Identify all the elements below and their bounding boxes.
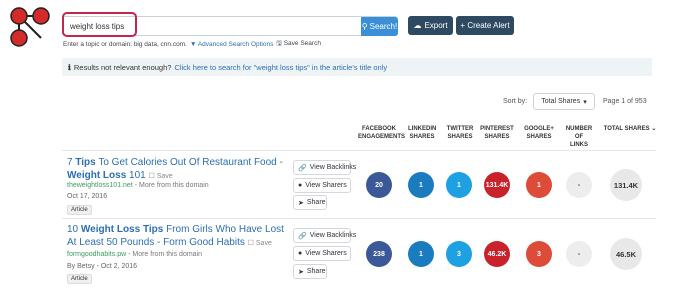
users-icon: ● xyxy=(298,182,303,189)
search-button[interactable]: ⚲ Search! xyxy=(361,17,398,36)
result-type-tag: Article xyxy=(67,205,92,215)
total-shares: 131.4K xyxy=(610,169,642,201)
view-sharers-button[interactable]: ● View Sharers xyxy=(293,178,351,193)
col-googleplus[interactable]: GOOGLE+ SHARES xyxy=(524,125,554,141)
sort-label: Sort by: xyxy=(503,98,528,105)
col-linkedin[interactable]: LINKEDIN SHARES xyxy=(408,125,436,141)
linkedin-count: 1 xyxy=(408,241,434,267)
save-bookmark[interactable]: ☐ Save xyxy=(248,240,272,247)
col-pinterest[interactable]: PINTEREST SHARES xyxy=(480,125,514,141)
googleplus-count: 1 xyxy=(526,172,552,198)
share-icon: ➤ xyxy=(298,268,304,276)
result-date: Oct 17, 2016 xyxy=(67,193,108,200)
search-hint-row: Enter a topic or domain: big data, cnn.c… xyxy=(63,39,321,50)
search-icon: ⚲ xyxy=(361,22,368,31)
result-domain: formgoodhabits.pw - More from this domai… xyxy=(67,251,203,258)
share-button[interactable]: ➤ Share xyxy=(293,195,327,210)
bookmark-icon: ☐ xyxy=(148,173,155,180)
divider xyxy=(62,150,656,151)
share-icon: ➤ xyxy=(298,199,304,207)
total-shares: 46.5K xyxy=(610,238,642,270)
result-title[interactable]: 7 Tips To Get Calories Out Of Restaurant… xyxy=(67,156,292,183)
col-total-shares[interactable]: TOTAL SHARES ⌄ xyxy=(602,125,658,133)
divider xyxy=(62,218,656,219)
share-button[interactable]: ➤ Share xyxy=(293,264,327,279)
pinterest-count: 131.4K xyxy=(484,172,510,198)
result-domain: theweightloss101.net - More from this do… xyxy=(67,182,209,189)
linkedin-count: 1 xyxy=(408,172,434,198)
title-only-search-link[interactable]: Click here to search for "weight loss ti… xyxy=(174,63,387,72)
facebook-count: 238 xyxy=(366,241,392,267)
result-date: By Betsy - Oct 2, 2016 xyxy=(67,263,138,270)
create-alert-button[interactable]: + Create Alert xyxy=(456,16,514,35)
col-facebook[interactable]: FACEBOOK ENGAGEMENTS xyxy=(358,125,405,141)
caret-down-icon: ▾ xyxy=(583,98,587,106)
twitter-count: 3 xyxy=(446,241,472,267)
export-button[interactable]: ☁ Export xyxy=(408,16,453,35)
buzzsumo-logo[interactable] xyxy=(4,2,56,52)
links-count: - xyxy=(566,172,592,198)
pinterest-count: 46.2K xyxy=(484,241,510,267)
view-backlinks-button[interactable]: 🔗 View Backlinks xyxy=(293,160,356,175)
cloud-download-icon: ☁ xyxy=(413,21,422,30)
result-title[interactable]: 10 Weight Loss Tips From Girls Who Have … xyxy=(67,223,292,250)
googleplus-count: 3 xyxy=(526,241,552,267)
link-icon: 🔗 xyxy=(298,232,307,240)
facebook-count: 20 xyxy=(366,172,392,198)
save-search-link[interactable]: 🖫 Save Search xyxy=(276,39,321,50)
links-count: - xyxy=(566,241,592,267)
advanced-search-link[interactable]: ▼ Advanced Search Options xyxy=(190,41,273,48)
bookmark-icon: ☐ xyxy=(247,240,254,247)
relevance-notice: ℹ Results not relevant enough? Click her… xyxy=(62,58,652,76)
link-icon: 🔗 xyxy=(298,164,307,172)
sort-select[interactable]: Total Shares ▾ xyxy=(533,93,595,110)
search-highlight xyxy=(62,12,137,37)
view-backlinks-button[interactable]: 🔗 View Backlinks xyxy=(293,228,356,243)
save-bookmark[interactable]: ☐ Save xyxy=(149,173,173,180)
result-type-tag: Article xyxy=(67,274,92,284)
twitter-count: 1 xyxy=(446,172,472,198)
col-twitter[interactable]: TWITTER SHARES xyxy=(445,125,475,141)
page-info: Page 1 of 953 xyxy=(603,98,647,105)
save-icon: 🖫 xyxy=(276,40,282,47)
view-sharers-button[interactable]: ● View Sharers xyxy=(293,246,351,261)
info-icon: ℹ xyxy=(68,62,71,72)
col-links[interactable]: NUMBER OF LINKS xyxy=(561,125,597,149)
users-icon: ● xyxy=(298,250,303,257)
